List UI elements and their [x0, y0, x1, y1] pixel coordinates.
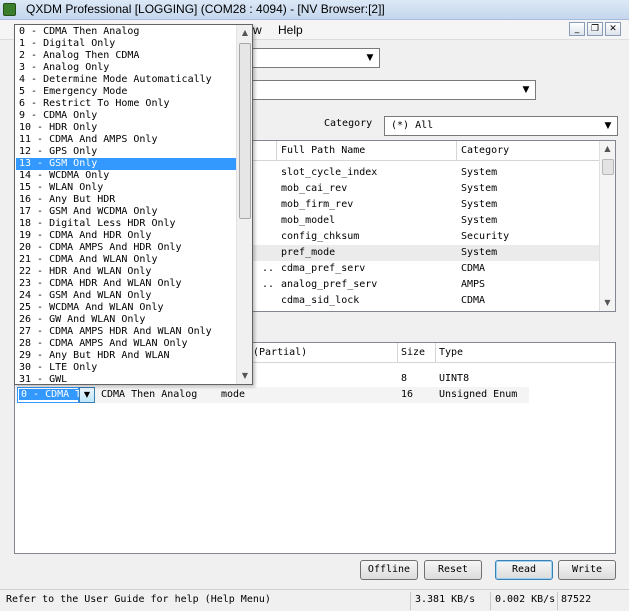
row-path: mob_firm_rev — [281, 199, 354, 210]
dropdown-option[interactable]: 27 - CDMA AMPS HDR And WLAN Only — [16, 326, 236, 338]
category-value: (*) All — [391, 120, 434, 131]
detail-size: 16 — [401, 389, 414, 400]
dropdown-option[interactable]: 1 - Digital Only — [16, 38, 236, 50]
close-button[interactable]: ✕ — [605, 22, 621, 36]
dropdown-option[interactable]: 3 - Analog Only — [16, 62, 236, 74]
detail-type: Unsigned Enum — [439, 389, 518, 400]
title-bar: QXDM Professional [LOGGING] (COM28 : 409… — [0, 0, 629, 20]
dropdown-option[interactable]: 18 - Digital Less HDR Only — [16, 218, 236, 230]
row-path: analog_pref_serv — [281, 279, 378, 290]
chevron-down-icon: ▼ — [366, 53, 374, 63]
row-category: AMPS — [461, 279, 486, 290]
scroll-down-icon[interactable]: ▼ — [237, 368, 252, 384]
row-path: config_chksum — [281, 231, 360, 242]
read-button[interactable]: Read — [495, 560, 553, 580]
chevron-down-icon: ▼ — [604, 121, 612, 131]
dropdown-option[interactable]: 25 - WCDMA And WLAN Only — [16, 302, 236, 314]
row-path: mob_model — [281, 215, 336, 226]
menu-item-window[interactable]: w — [253, 23, 262, 37]
row-category: CDMA — [461, 263, 486, 274]
row-category: System — [461, 167, 498, 178]
dropdown-option[interactable]: 22 - HDR And WLAN Only — [16, 266, 236, 278]
scroll-up-icon[interactable]: ▲ — [600, 141, 615, 157]
row-category: System — [461, 215, 498, 226]
dropdown-option[interactable]: 0 - CDMA Then Analog — [16, 26, 236, 38]
status-rate-1: 3.381 KB/s — [415, 594, 476, 605]
row-id: .. — [262, 279, 275, 290]
detail-size: 8 — [401, 373, 408, 384]
dropdown-option[interactable]: 30 - LTE Only — [16, 362, 236, 374]
enum-dropdown-list[interactable]: 0 - CDMA Then Analog 1 - Digital Only 2 - … — [14, 24, 253, 385]
row-category: System — [461, 183, 498, 194]
row-category: System — [461, 247, 498, 258]
status-bar: Refer to the User Guide for help (Help M… — [0, 589, 629, 611]
row-path: cdma_pref_serv — [281, 263, 366, 274]
dropdown-option[interactable]: 23 - CDMA HDR And WLAN Only — [16, 278, 236, 290]
detail-row[interactable]: 0 - CDMA T ▼ CDMA Then Analog mode 16 Un… — [15, 387, 529, 403]
app-icon — [3, 3, 16, 16]
column-full-path[interactable]: Full Path Name — [281, 145, 365, 156]
detail-display: CDMA Then Analog — [101, 389, 198, 400]
restore-button[interactable]: ❐ — [587, 22, 603, 36]
dropdown-option[interactable]: 16 - Any But HDR — [16, 194, 236, 206]
dropdown-option[interactable]: 29 - Any But HDR And WLAN — [16, 350, 236, 362]
reset-button[interactable]: Reset — [424, 560, 482, 580]
row-path: cdma_sid_lock — [281, 295, 360, 306]
dropdown-option[interactable]: 19 - CDMA And HDR Only — [16, 230, 236, 242]
scroll-thumb[interactable] — [602, 159, 614, 175]
dropdown-option[interactable]: 17 - GSM And WCDMA Only — [16, 206, 236, 218]
dropdown-option[interactable]: 9 - CDMA Only — [16, 110, 236, 122]
enum-value-text: 0 - CDMA T — [19, 389, 84, 400]
category-label: Category — [324, 118, 373, 129]
status-rate-2: 0.002 KB/s — [495, 594, 556, 605]
enum-dropdown-scrollbar[interactable]: ▲ ▼ — [236, 25, 252, 384]
dropdown-option[interactable]: 26 - GW And WLAN Only — [16, 314, 236, 326]
scroll-thumb[interactable] — [239, 43, 251, 219]
row-category: System — [461, 199, 498, 210]
dropdown-option[interactable]: 20 - CDMA AMPS And HDR Only — [16, 242, 236, 254]
dropdown-option[interactable]: 24 - GSM And WLAN Only — [16, 290, 236, 302]
dropdown-option[interactable]: 2 - Analog Then CDMA — [16, 50, 236, 62]
dropdown-option[interactable]: 15 - WLAN Only — [16, 182, 236, 194]
offline-button[interactable]: Offline — [360, 560, 418, 580]
dropdown-option[interactable]: 14 - WCDMA Only — [16, 170, 236, 182]
enum-value-combo[interactable]: 0 - CDMA T — [17, 387, 84, 403]
row-path: mob_cai_rev — [281, 183, 348, 194]
column-partial[interactable]: (Partial) — [253, 347, 307, 358]
menu-item-help[interactable]: Help — [278, 23, 303, 37]
chevron-down-icon[interactable]: ▼ — [79, 387, 95, 403]
status-count: 87522 — [561, 594, 592, 605]
row-category: Security — [461, 231, 510, 242]
dropdown-option[interactable]: 13 - GSM Only — [16, 158, 236, 170]
dropdown-option[interactable]: 6 - Restrict To Home Only — [16, 98, 236, 110]
write-button[interactable]: Write — [558, 560, 616, 580]
detail-name: mode — [221, 389, 246, 400]
item-filter-combo[interactable]: ▼ — [240, 48, 380, 68]
scroll-up-icon[interactable]: ▲ — [237, 25, 252, 41]
column-category[interactable]: Category — [461, 145, 509, 156]
chevron-down-icon: ▼ — [522, 85, 530, 95]
dropdown-option[interactable]: 12 - GPS Only — [16, 146, 236, 158]
row-id: .. — [262, 263, 275, 274]
item-search-combo[interactable]: ▼ — [240, 80, 536, 100]
column-type[interactable]: Type — [439, 347, 463, 358]
detail-type: UINT8 — [439, 373, 470, 384]
dropdown-option[interactable]: 31 - GWL — [16, 374, 236, 384]
dropdown-option[interactable]: 10 - HDR Only — [16, 122, 236, 134]
scroll-down-icon[interactable]: ▼ — [600, 295, 615, 311]
item-grid-scrollbar[interactable]: ▲ ▼ — [599, 141, 615, 311]
dropdown-option[interactable]: 5 - Emergency Mode — [16, 86, 236, 98]
dropdown-option[interactable]: 28 - CDMA AMPS And WLAN Only — [16, 338, 236, 350]
category-combo[interactable]: (*) All ▼ — [384, 116, 618, 136]
dropdown-option[interactable]: 4 - Determine Mode Automatically — [16, 74, 236, 86]
minimize-button[interactable]: _ — [569, 22, 585, 36]
dropdown-option[interactable]: 11 - CDMA And AMPS Only — [16, 134, 236, 146]
status-help-text: Refer to the User Guide for help (Help M… — [6, 594, 271, 605]
row-category: CDMA — [461, 295, 486, 306]
dropdown-option[interactable]: 21 - CDMA And WLAN Only — [16, 254, 236, 266]
row-path: pref_mode — [281, 247, 336, 258]
row-path: slot_cycle_index — [281, 167, 378, 178]
column-size[interactable]: Size — [401, 347, 425, 358]
window-title: QXDM Professional [LOGGING] (COM28 : 409… — [26, 2, 385, 16]
